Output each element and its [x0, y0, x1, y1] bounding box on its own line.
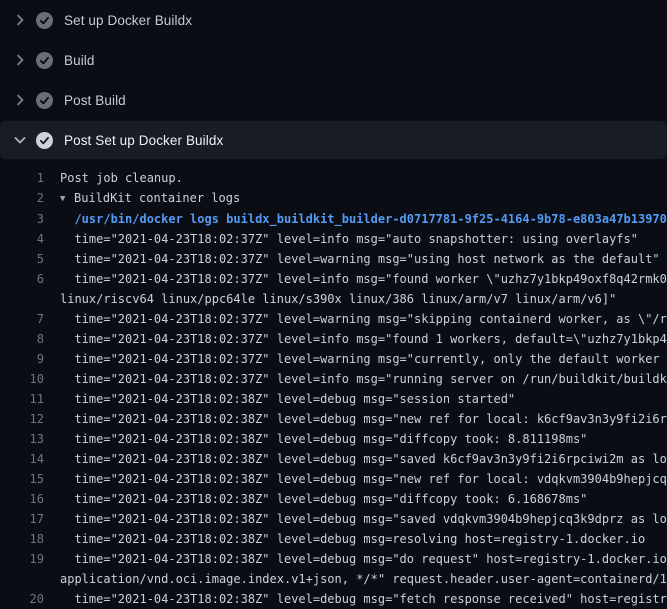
line-number[interactable]: 8	[0, 329, 44, 349]
step-label: Post Build	[64, 93, 126, 108]
log-line: 4 time="2021-04-23T18:02:37Z" level=info…	[0, 229, 667, 249]
log-line: 9 time="2021-04-23T18:02:37Z" level=warn…	[0, 349, 667, 369]
line-text: time="2021-04-23T18:02:37Z" level=info m…	[60, 232, 638, 246]
chevron-right-icon	[12, 12, 28, 28]
log-line: 14 time="2021-04-23T18:02:38Z" level=deb…	[0, 449, 667, 469]
log-line: 5 time="2021-04-23T18:02:37Z" level=warn…	[0, 249, 667, 269]
log-line: 17 time="2021-04-23T18:02:38Z" level=deb…	[0, 509, 667, 529]
log-line: 6 time="2021-04-23T18:02:37Z" level=info…	[0, 269, 667, 289]
step-label: Set up Docker Buildx	[64, 13, 192, 28]
workflow-steps-list: Set up Docker Buildx Build Post Build Po…	[0, 0, 667, 159]
line-number[interactable]: 1	[0, 168, 44, 188]
line-number[interactable]: 11	[0, 389, 44, 409]
line-text: time="2021-04-23T18:02:38Z" level=debug …	[60, 472, 667, 486]
line-text: time="2021-04-23T18:02:38Z" level=debug …	[60, 392, 515, 406]
line-text: time="2021-04-23T18:02:38Z" level=debug …	[60, 492, 587, 506]
line-text: time="2021-04-23T18:02:37Z" level=info m…	[60, 332, 667, 346]
step-row-set-up-docker-buildx[interactable]: Set up Docker Buildx	[0, 0, 667, 40]
line-text: time="2021-04-23T18:02:38Z" level=debug …	[60, 552, 667, 566]
step-label: Build	[64, 53, 95, 68]
log-line: 3 /usr/bin/docker logs buildx_buildkit_b…	[0, 209, 667, 229]
log-line: 16 time="2021-04-23T18:02:38Z" level=deb…	[0, 489, 667, 509]
line-number[interactable]: 9	[0, 349, 44, 369]
line-text: time="2021-04-23T18:02:38Z" level=debug …	[60, 432, 587, 446]
line-number[interactable]: 20	[0, 589, 44, 609]
log-line: 11 time="2021-04-23T18:02:38Z" level=deb…	[0, 389, 667, 409]
chevron-right-icon	[12, 52, 28, 68]
line-number[interactable]: 7	[0, 309, 44, 329]
log-line: 7 time="2021-04-23T18:02:37Z" level=warn…	[0, 309, 667, 329]
log-line: 13 time="2021-04-23T18:02:38Z" level=deb…	[0, 429, 667, 449]
log-line: linux/riscv64 linux/ppc64le linux/s390x …	[0, 289, 667, 309]
line-text: time="2021-04-23T18:02:37Z" level=warnin…	[60, 312, 667, 326]
line-text: application/vnd.oci.image.index.v1+json,…	[60, 572, 667, 586]
line-number[interactable]: 3	[0, 209, 44, 229]
step-row-post-set-up-docker-buildx[interactable]: Post Set up Docker Buildx	[0, 121, 667, 159]
chevron-down-icon	[12, 132, 28, 148]
check-circle-icon	[36, 12, 53, 29]
line-number[interactable]: 13	[0, 429, 44, 449]
line-number[interactable]: 17	[0, 509, 44, 529]
log-line: 10 time="2021-04-23T18:02:37Z" level=inf…	[0, 369, 667, 389]
step-row-post-build[interactable]: Post Build	[0, 80, 667, 120]
line-number[interactable]: 19	[0, 549, 44, 569]
line-number[interactable]: 16	[0, 489, 44, 509]
check-circle-icon	[36, 92, 53, 109]
log-line: 12 time="2021-04-23T18:02:38Z" level=deb…	[0, 409, 667, 429]
line-text: time="2021-04-23T18:02:37Z" level=info m…	[60, 372, 667, 386]
step-label: Post Set up Docker Buildx	[64, 133, 223, 148]
check-circle-icon	[36, 132, 53, 149]
line-text: linux/riscv64 linux/ppc64le linux/s390x …	[60, 292, 616, 306]
line-text: time="2021-04-23T18:02:38Z" level=debug …	[60, 412, 667, 426]
line-text: BuildKit container logs	[74, 191, 240, 205]
log-line: 19 time="2021-04-23T18:02:38Z" level=deb…	[0, 549, 667, 569]
line-number[interactable]: 10	[0, 369, 44, 389]
line-text: time="2021-04-23T18:02:37Z" level=warnin…	[60, 252, 660, 266]
line-text: time="2021-04-23T18:02:38Z" level=debug …	[60, 452, 667, 466]
line-text: time="2021-04-23T18:02:37Z" level=info m…	[60, 272, 667, 286]
line-number[interactable]: 15	[0, 469, 44, 489]
log-line: application/vnd.oci.image.index.v1+json,…	[0, 569, 667, 589]
line-number[interactable]: 18	[0, 529, 44, 549]
line-number[interactable]: 2	[0, 188, 44, 209]
step-row-build[interactable]: Build	[0, 40, 667, 80]
line-number[interactable]: 14	[0, 449, 44, 469]
log-line: 18 time="2021-04-23T18:02:38Z" level=deb…	[0, 529, 667, 549]
chevron-right-icon	[12, 92, 28, 108]
line-number[interactable]: 4	[0, 229, 44, 249]
log-line: 15 time="2021-04-23T18:02:38Z" level=deb…	[0, 469, 667, 489]
line-text: Post job cleanup.	[60, 171, 183, 185]
line-text: time="2021-04-23T18:02:38Z" level=debug …	[60, 592, 667, 606]
line-number[interactable]	[0, 289, 44, 309]
line-text: time="2021-04-23T18:02:37Z" level=warnin…	[60, 352, 667, 366]
group-toggle-icon[interactable]: ▼	[60, 189, 74, 209]
log-lines: 1 Post job cleanup. 2 ▼BuildKit containe…	[0, 160, 667, 609]
line-number[interactable]	[0, 569, 44, 589]
line-number[interactable]: 5	[0, 249, 44, 269]
log-line: 20 time="2021-04-23T18:02:38Z" level=deb…	[0, 589, 667, 609]
check-circle-icon	[36, 52, 53, 69]
line-text: time="2021-04-23T18:02:38Z" level=debug …	[60, 512, 667, 526]
log-line: 8 time="2021-04-23T18:02:37Z" level=info…	[0, 329, 667, 349]
line-text: time="2021-04-23T18:02:38Z" level=debug …	[60, 532, 645, 546]
line-text: /usr/bin/docker logs buildx_buildkit_bui…	[60, 212, 667, 226]
log-line: 1 Post job cleanup.	[0, 168, 667, 188]
log-line: 2 ▼BuildKit container logs	[0, 188, 667, 209]
line-number[interactable]: 12	[0, 409, 44, 429]
line-number[interactable]: 6	[0, 269, 44, 289]
